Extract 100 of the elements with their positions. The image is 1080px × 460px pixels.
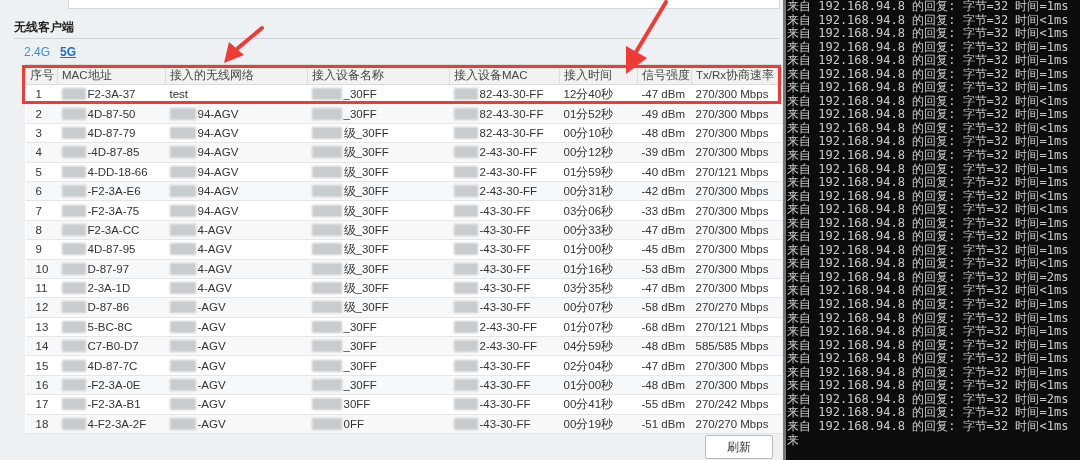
table-cell: -45 dBm xyxy=(641,242,685,257)
column-header: 信号强度 xyxy=(642,68,690,81)
table-cell: 00分19秒 xyxy=(563,416,614,431)
pixelated-blur xyxy=(311,88,342,101)
table-cell: 4D-87-7C xyxy=(87,358,138,373)
terminal-line: 来自 192.168.94.8 的回复: 字节=32 时间<1ms xyxy=(787,27,1070,41)
table-cell: 270/270 Mbps xyxy=(695,416,769,431)
table-cell: -47 dBm xyxy=(641,358,685,373)
pixelated-blur xyxy=(61,185,86,198)
pixelated-blur xyxy=(311,146,342,159)
table-cell: 7 xyxy=(35,203,42,218)
table-cell: -48 dBm xyxy=(641,339,685,354)
table-cell: -47 dBm xyxy=(641,222,685,237)
pixelated-blur xyxy=(61,340,86,353)
table-cell: F2-3A-CC xyxy=(87,222,140,237)
pixelated-blur xyxy=(311,223,342,236)
table-cell: 00分10秒 xyxy=(563,125,614,140)
table-cell: D-87-97 xyxy=(87,261,130,276)
table-cell: 270/242 Mbps xyxy=(695,397,769,412)
table-cell: 00分07秒 xyxy=(563,300,614,315)
pixelated-blur xyxy=(169,320,196,333)
pixelated-blur xyxy=(311,243,342,256)
pixelated-blur xyxy=(169,165,196,178)
table-cell: 00分33秒 xyxy=(563,222,614,237)
table-cell: 270/300 Mbps xyxy=(695,261,769,276)
table-cell: 270/300 Mbps xyxy=(695,203,769,218)
table-cell: 01分07秒 xyxy=(563,319,614,334)
pixelated-blur xyxy=(61,88,86,101)
table-cell: 级_30FF xyxy=(343,300,389,315)
table-cell: _30FF xyxy=(343,378,377,393)
table-cell: -43-30-FF xyxy=(479,261,531,276)
table-cell: 级_30FF xyxy=(343,145,389,160)
table-cell: 270/300 Mbps xyxy=(695,358,769,373)
band-tab[interactable]: 5G xyxy=(60,45,77,59)
terminal-line: 来自 192.168.94.8 的回复: 字节=32 时间<1ms xyxy=(787,203,1070,217)
terminal-line: 来自 192.168.94.8 的回复: 字节=32 时间<1ms xyxy=(787,230,1070,244)
table-cell: 4-DD-18-66 xyxy=(87,164,148,179)
pixelated-blur xyxy=(311,417,342,430)
pixelated-blur xyxy=(61,204,86,217)
terminal-line: 来 xyxy=(787,433,800,448)
pixelated-blur xyxy=(169,126,196,139)
pixelated-blur xyxy=(169,398,196,411)
terminal-line: 来自 192.168.94.8 的回复: 字节=32 时间=1ms xyxy=(787,135,1070,149)
table-cell: 94-AGV xyxy=(197,106,239,121)
terminal-line: 来自 192.168.94.8 的回复: 字节=32 时间=1ms xyxy=(787,40,1070,54)
table-cell: 级_30FF xyxy=(343,222,389,237)
terminal-line: 来自 192.168.94.8 的回复: 字节=32 时间=1ms xyxy=(787,216,1070,230)
terminal-line: 来自 192.168.94.8 的回复: 字节=32 时间=1ms xyxy=(787,311,1070,325)
pixelated-blur xyxy=(61,282,86,295)
table-cell: 级_30FF xyxy=(343,164,389,179)
table-cell: 15 xyxy=(35,358,49,373)
table-cell: -AGV xyxy=(197,300,226,315)
terminal-line: 来自 192.168.94.8 的回复: 字节=32 时间=1ms xyxy=(787,67,1070,81)
table-cell: 8 xyxy=(35,222,42,237)
section-title: 无线客户端 xyxy=(14,19,75,35)
table-cell: -43-30-FF xyxy=(479,203,531,218)
table-cell: 01分00秒 xyxy=(563,378,614,393)
table-cell: 04分59秒 xyxy=(563,339,614,354)
table-cell: _30FF xyxy=(343,87,377,102)
pixelated-blur xyxy=(169,282,196,295)
table-cell: -F2-3A-E6 xyxy=(87,184,141,199)
table-cell: 4D-87-79 xyxy=(87,125,136,140)
table-cell: 270/121 Mbps xyxy=(695,319,769,334)
pixelated-blur xyxy=(453,165,478,178)
terminal-line: 来自 192.168.94.8 的回复: 字节=32 时间=1ms xyxy=(787,176,1070,190)
table-cell: _30FF xyxy=(343,358,377,373)
pixelated-blur xyxy=(169,204,196,217)
table-cell: 14 xyxy=(35,339,49,354)
table-cell: -F2-3A-0E xyxy=(87,378,141,393)
table-cell: 270/300 Mbps xyxy=(695,184,769,199)
table-cell: 级_30FF xyxy=(343,281,389,296)
terminal-line: 来自 192.168.94.8 的回复: 字节=32 时间=1ms xyxy=(787,162,1070,176)
table-cell: 94-AGV xyxy=(197,203,239,218)
table-cell: -55 dBm xyxy=(641,397,685,412)
terminal-line: 来自 192.168.94.8 的回复: 字节=32 时间=1ms xyxy=(787,338,1070,352)
terminal-line: 来自 192.168.94.8 的回复: 字节=32 时间<1ms xyxy=(787,379,1070,393)
terminal-line: 来自 192.168.94.8 的回复: 字节=32 时间<1ms xyxy=(787,284,1070,298)
table-cell: 270/300 Mbps xyxy=(695,125,769,140)
pixelated-blur xyxy=(453,88,478,101)
table-cell: -F2-3A-B1 xyxy=(87,397,141,412)
terminal-line: 来自 192.168.94.8 的回复: 字节=32 时间=1ms xyxy=(787,243,1070,257)
table-cell: -AGV xyxy=(197,339,226,354)
band-tab[interactable]: 2.4G xyxy=(24,45,50,59)
table-cell: 94-AGV xyxy=(197,145,239,160)
table-cell: -43-30-FF xyxy=(479,378,531,393)
table-cell: -33 dBm xyxy=(641,203,685,218)
terminal-line: 来自 192.168.94.8 的回复: 字节=32 时间=1ms xyxy=(787,352,1070,366)
table-cell: 4D-87-95 xyxy=(87,242,136,257)
table-cell: 270/300 Mbps xyxy=(695,106,769,121)
pixelated-blur xyxy=(453,126,478,139)
pixelated-blur xyxy=(453,282,478,295)
refresh-button[interactable]: 刷新 xyxy=(705,435,773,460)
pixelated-blur xyxy=(61,398,86,411)
table-cell: _30FF xyxy=(343,339,377,354)
table-cell: 01分59秒 xyxy=(563,164,614,179)
pixelated-blur xyxy=(61,165,86,178)
terminal-line: 来自 192.168.94.8 的回复: 字节=32 时间<1ms xyxy=(787,13,1070,27)
pixelated-blur xyxy=(453,359,478,372)
table-cell: 270/300 Mbps xyxy=(695,242,769,257)
terminal-line: 来自 192.168.94.8 的回复: 字节=32 时间<1ms xyxy=(787,94,1070,108)
